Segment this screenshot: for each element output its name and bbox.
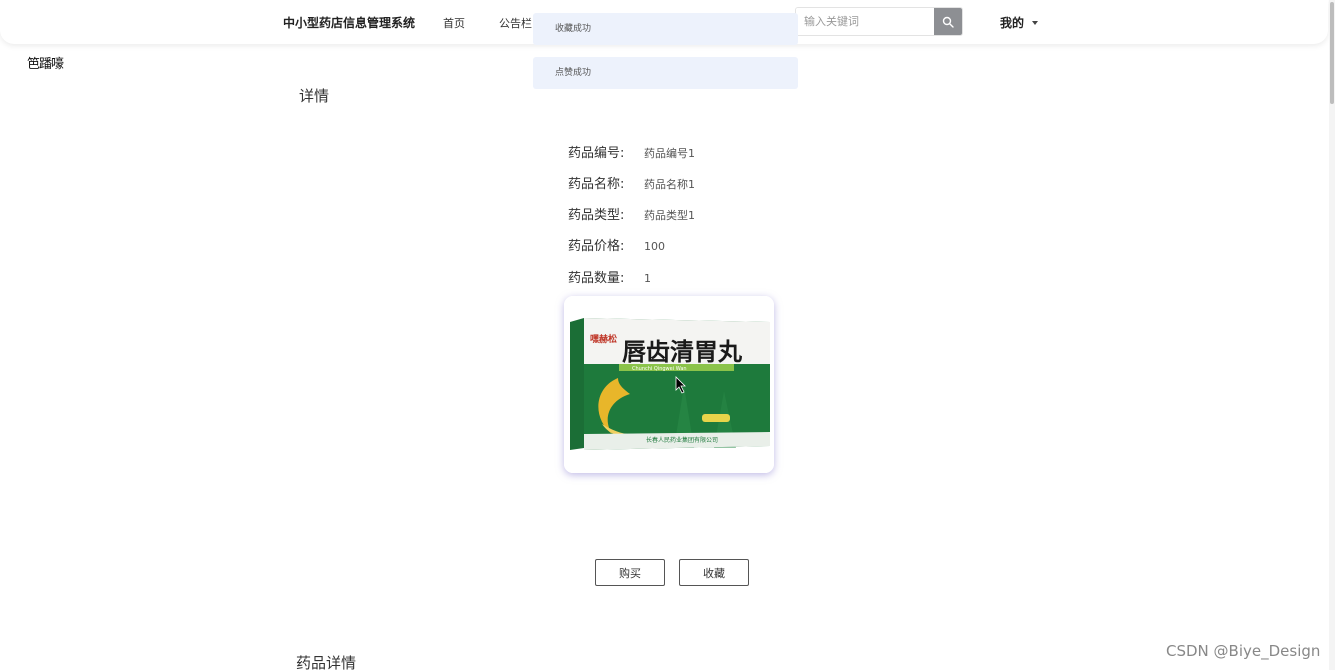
mine-label: 我的 bbox=[1000, 16, 1025, 30]
info-row-type: 药品类型: 药品类型1 bbox=[568, 204, 695, 223]
drug-detail-title: 药品详情 bbox=[296, 654, 357, 670]
toast-favorite-success: 收藏成功 bbox=[533, 13, 798, 45]
info-label: 药品价格: bbox=[568, 239, 625, 254]
stray-text: 笆蹯嚎 bbox=[27, 57, 64, 72]
info-label: 药品编号: bbox=[568, 146, 625, 161]
info-value: 药品名称1 bbox=[644, 178, 695, 191]
detail-title: 详情 bbox=[299, 87, 330, 105]
info-label: 药品名称: bbox=[568, 177, 625, 192]
toast-like-success: 点赞成功 bbox=[533, 57, 798, 89]
product-english-text: Chunchi Qingwei Wan bbox=[632, 366, 687, 372]
search-icon bbox=[942, 16, 954, 28]
info-value: 100 bbox=[644, 240, 665, 253]
maker-text: 长春人民药业集团有限公司 bbox=[646, 436, 718, 444]
buy-button[interactable]: 购买 bbox=[595, 559, 665, 586]
brand-mark-text: 嘿赫松 bbox=[590, 333, 617, 345]
info-value: 1 bbox=[644, 272, 651, 285]
watermark: CSDN @Biye_Design bbox=[1166, 642, 1321, 660]
nav-home[interactable]: 首页 bbox=[443, 15, 465, 31]
medicine-box-image: 嘿赫松 唇齿清胃丸 Chunchi Qingwei Wan 长春人民药业集团有限… bbox=[564, 296, 774, 473]
search-input[interactable] bbox=[796, 8, 935, 35]
scrollbar-track[interactable] bbox=[1329, 0, 1335, 670]
info-row-quantity: 药品数量: 1 bbox=[568, 267, 651, 286]
info-row-code: 药品编号: 药品编号1 bbox=[568, 142, 695, 161]
nav-notice[interactable]: 公告栏 bbox=[499, 15, 532, 31]
product-image[interactable]: 嘿赫松 唇齿清胃丸 Chunchi Qingwei Wan 长春人民药业集团有限… bbox=[564, 296, 774, 473]
info-row-price: 药品价格: 100 bbox=[568, 235, 665, 254]
favorite-button[interactable]: 收藏 bbox=[679, 559, 749, 586]
caret-down-icon bbox=[1032, 20, 1039, 25]
info-value: 药品类型1 bbox=[644, 209, 695, 222]
info-value: 药品编号1 bbox=[644, 147, 695, 160]
brand-title[interactable]: 中小型药店信息管理系统 bbox=[283, 14, 415, 31]
search-box bbox=[795, 7, 963, 36]
mine-dropdown[interactable]: 我的 bbox=[1000, 14, 1039, 31]
info-label: 药品类型: bbox=[568, 208, 625, 223]
info-row-name: 药品名称: 药品名称1 bbox=[568, 173, 695, 192]
info-label: 药品数量: bbox=[568, 271, 625, 286]
product-name-text: 唇齿清胃丸 bbox=[622, 337, 743, 366]
search-button[interactable] bbox=[934, 8, 962, 35]
page: 中小型药店信息管理系统 首页 公告栏 我的 收藏成功 点赞成功 笆蹯嚎 详情 药… bbox=[0, 0, 1335, 670]
scrollbar-thumb[interactable] bbox=[1330, 2, 1334, 104]
